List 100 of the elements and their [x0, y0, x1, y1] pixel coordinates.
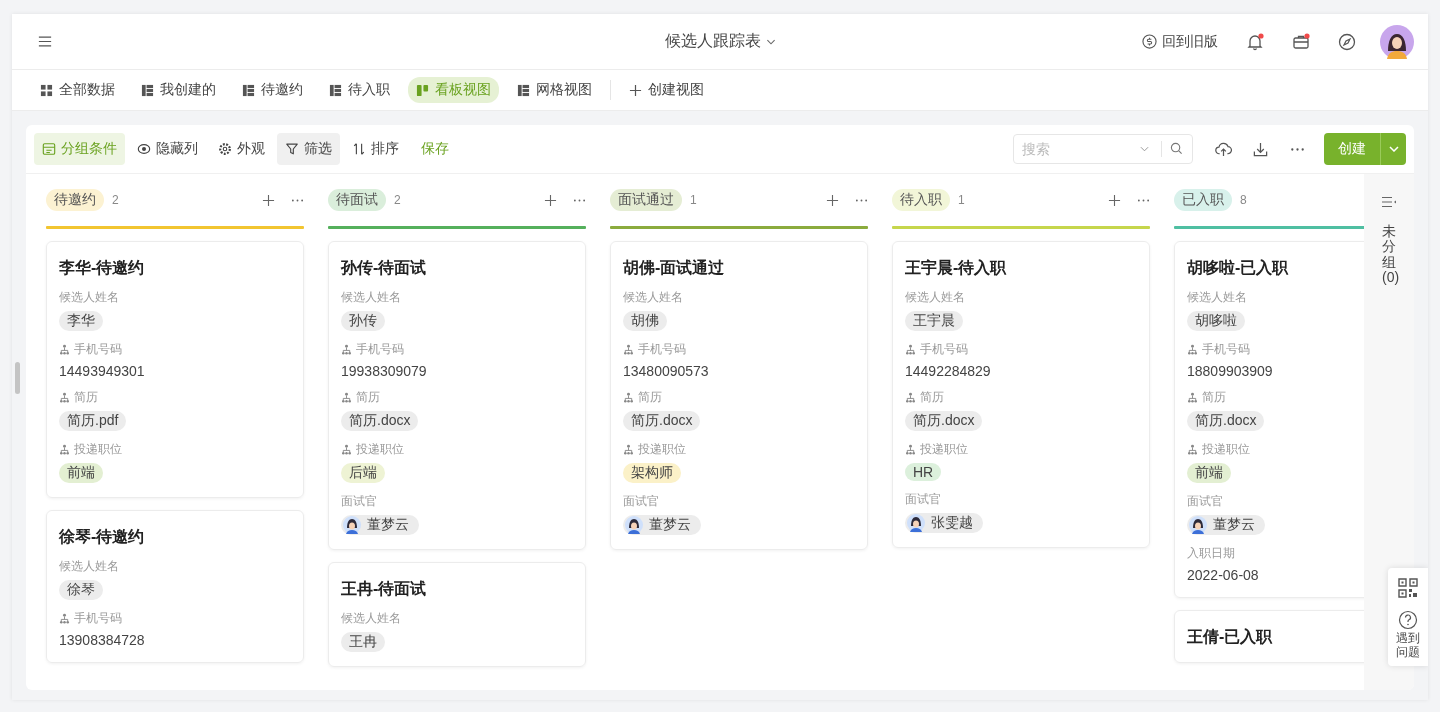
card-title: 徐琴-待邀约 [59, 527, 146, 547]
card-title: 胡佛-面试通过 [623, 258, 726, 278]
card-title: 胡哆啦-已入职 [1187, 258, 1290, 278]
value-tag: 简历.pdf [59, 411, 127, 431]
toolbar-button[interactable]: 排序 [344, 133, 407, 165]
value-tag: 前端 [59, 463, 103, 483]
avatar [343, 516, 361, 534]
value-tag: HR [905, 463, 942, 481]
collapse-icon[interactable] [1381, 196, 1397, 208]
group-label: 已入职 [1174, 189, 1232, 211]
field-label: 候选人姓名 [905, 289, 965, 306]
field-label: 手机号码 [638, 341, 686, 358]
filter-icon [285, 142, 299, 156]
resize-handle[interactable] [15, 362, 20, 394]
view-tab[interactable]: 全部数据 [32, 77, 123, 103]
record-card[interactable]: 王冉-待面试 候选人姓名 王冉 [328, 562, 586, 667]
group-count: 1 [690, 193, 697, 207]
add-icon[interactable] [826, 193, 839, 207]
search-field[interactable]: 搜索 [1013, 134, 1193, 164]
field-label: 候选人姓名 [623, 289, 683, 306]
view-tab[interactable]: 网格视图 [509, 77, 600, 103]
value-tag: 李华 [59, 311, 103, 331]
bell-icon[interactable] [1246, 32, 1264, 51]
qr-code-icon[interactable] [1398, 578, 1418, 598]
group-label: 待入职 [892, 189, 950, 211]
field-label: 手机号码 [1202, 341, 1250, 358]
gear-icon [218, 142, 232, 156]
person-tag: 董梦云 [1187, 515, 1265, 535]
help-icon [1398, 610, 1418, 630]
add-icon[interactable] [544, 193, 557, 207]
field-label: 候选人姓名 [341, 610, 401, 627]
compass-icon[interactable] [1338, 32, 1356, 51]
field-label: 简历 [1202, 389, 1226, 406]
record-card[interactable]: 李华-待邀约 候选人姓名 李华 手机号码 14493949301 简历 简历.pdf 投递职位 前端 [46, 241, 304, 498]
add-icon[interactable] [262, 193, 275, 207]
table-icon [329, 83, 342, 97]
person-tag: 董梦云 [341, 515, 419, 535]
value-tag: 胡哆啦 [1187, 311, 1245, 331]
person-tag: 张雯越 [905, 513, 983, 533]
card-title: 王冉-待面试 [341, 579, 428, 599]
value-tag: 前端 [1187, 463, 1231, 483]
field-label: 手机号码 [356, 341, 404, 358]
value-tag: 架构师 [623, 463, 681, 483]
view-tab[interactable]: 待邀约 [234, 77, 311, 103]
field-label: 投递职位 [638, 441, 686, 458]
view-tab[interactable]: 待入职 [321, 77, 398, 103]
table-title[interactable]: 候选人跟踪表 [664, 31, 776, 52]
old-version-link[interactable]: 回到旧版 [1142, 32, 1218, 51]
field-value: 14493949301 [59, 363, 145, 379]
plus-icon [629, 83, 642, 97]
table-icon [242, 83, 255, 97]
record-card[interactable]: 孙传-待面试 候选人姓名 孙传 手机号码 19938309079 简历 简历.docx 投递职位 后端 面试官 董梦云 [328, 241, 586, 550]
group-count: 2 [394, 193, 401, 207]
field-label: 简历 [638, 389, 662, 406]
field-label: 面试官 [1187, 493, 1223, 510]
avatar[interactable] [1380, 24, 1414, 59]
field-label: 面试官 [341, 493, 377, 510]
field-value: 13480090573 [623, 363, 709, 379]
group-count: 1 [958, 193, 965, 207]
group-count: 8 [1240, 193, 1247, 207]
value-tag: 简历.docx [341, 411, 419, 431]
create-view-button[interactable]: 创建视图 [621, 77, 712, 103]
table-icon [517, 83, 530, 97]
field-label: 简历 [920, 389, 944, 406]
value-tag: 孙传 [341, 311, 385, 331]
field-label: 面试官 [623, 493, 659, 510]
field-label: 投递职位 [74, 441, 122, 458]
field-label: 投递职位 [1202, 441, 1250, 458]
menu-icon[interactable] [38, 36, 52, 47]
group-label: 待面试 [328, 189, 386, 211]
toolbar-button[interactable]: 外观 [210, 133, 273, 165]
record-card[interactable]: 徐琴-待邀约 候选人姓名 徐琴 手机号码 13908384728 [46, 510, 304, 663]
field-label: 面试官 [905, 491, 941, 508]
field-label: 候选人姓名 [341, 289, 401, 306]
value-tag: 胡佛 [623, 311, 667, 331]
caret-icon [1140, 146, 1149, 152]
grid-icon [40, 83, 53, 97]
value-tag: 简历.docx [1187, 411, 1265, 431]
download-icon[interactable] [1252, 140, 1269, 158]
record-card[interactable]: 胡佛-面试通过 候选人姓名 胡佛 手机号码 13480090573 简历 简历.docx 投递职位 架构师 面试官 董梦云 [610, 241, 868, 550]
card-title: 王宇晨-待入职 [905, 258, 1008, 278]
value-tag: 王宇晨 [905, 311, 963, 331]
upload-icon[interactable] [1215, 140, 1232, 158]
person-tag: 董梦云 [623, 515, 701, 535]
briefcase-icon[interactable] [1292, 32, 1310, 51]
calendar-icon [42, 142, 56, 156]
toolbar-button[interactable]: 隐藏列 [129, 133, 206, 165]
field-value: 14492284829 [905, 363, 991, 379]
add-icon[interactable] [1108, 193, 1121, 207]
dollar-coin-icon [1142, 34, 1157, 49]
value-tag: 简历.docx [623, 411, 701, 431]
eye-icon [137, 142, 151, 156]
field-value: 2022-06-08 [1187, 567, 1259, 583]
record-card[interactable]: 王宇晨-待入职 候选人姓名 王宇晨 手机号码 14492284829 简历 简历.docx 投递职位 HR 面试官 张雯越 [892, 241, 1150, 548]
view-tab[interactable]: 我创建的 [133, 77, 224, 103]
toolbar-button[interactable]: 筛选 [277, 133, 340, 165]
sort-icon [352, 142, 366, 156]
field-label: 候选人姓名 [59, 558, 119, 575]
avatar [625, 516, 643, 534]
value-tag: 徐琴 [59, 580, 103, 600]
